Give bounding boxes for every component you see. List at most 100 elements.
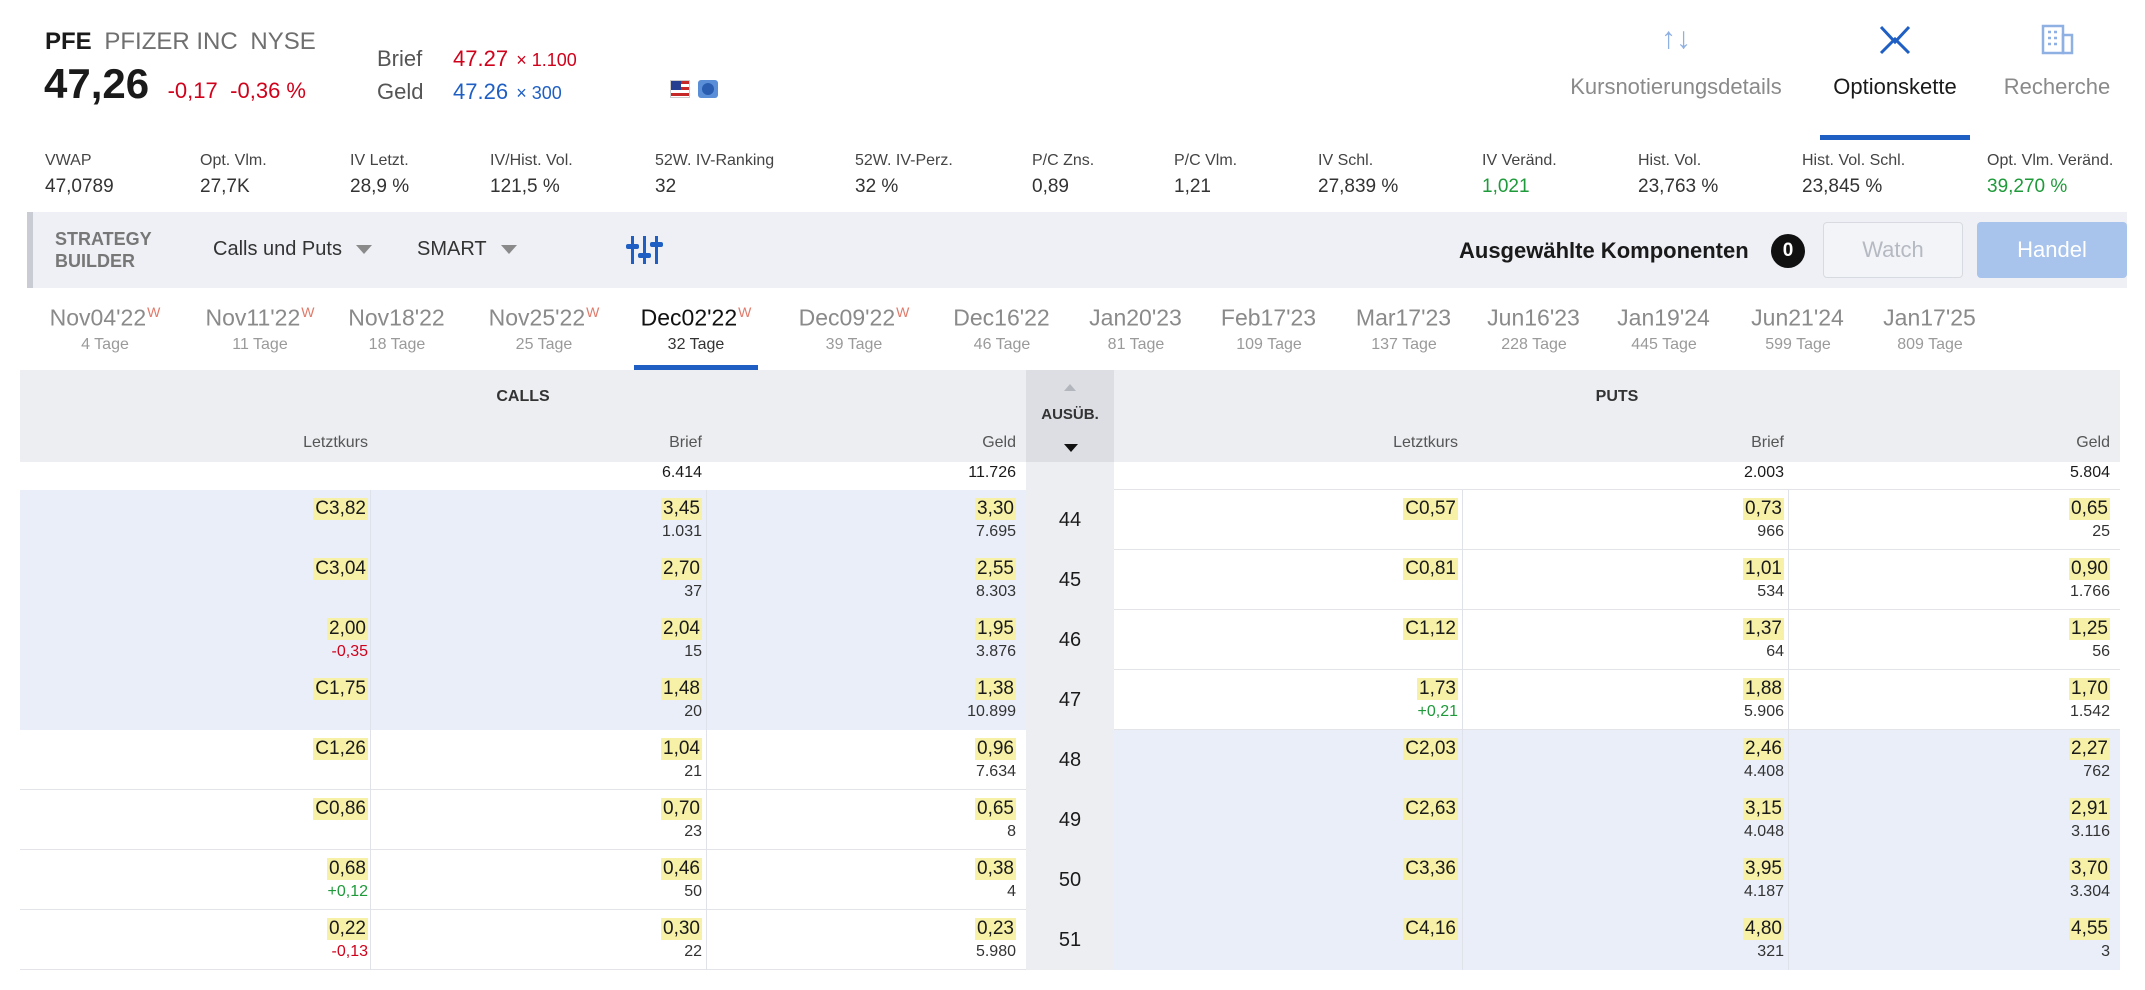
watch-button[interactable]: Watch [1823, 222, 1963, 278]
call-ask[interactable]: 2,04 15 [540, 618, 702, 661]
partial-put-ask-size: 2.003 [1743, 464, 1784, 481]
put-ask[interactable]: 3,95 4.187 [1640, 858, 1784, 901]
call-last[interactable]: C3,82 [220, 498, 368, 523]
expiry-days: 599 Tage [1765, 335, 1831, 353]
tab-optionskette[interactable]: Optionskette [1820, 0, 1970, 140]
call-last[interactable]: 0,22 -0,13 [220, 918, 368, 961]
put-last[interactable]: C0,81 [1300, 558, 1458, 583]
calls-col-ask[interactable]: Brief [540, 434, 702, 452]
puts-title: PUTS [1595, 388, 1639, 405]
put-last[interactable]: C4,16 [1300, 918, 1458, 943]
expiry-tab[interactable]: Jun16'23 228 Tage [1484, 292, 1584, 370]
put-last[interactable]: C2,03 [1300, 738, 1458, 763]
put-last[interactable]: 1,73 +0,21 [1300, 678, 1458, 721]
call-last-sub: -0,35 [331, 643, 368, 660]
put-ask[interactable]: 3,15 4.048 [1640, 798, 1784, 841]
put-ask[interactable]: 4,80 321 [1640, 918, 1784, 961]
tab-recherche[interactable]: Recherche [1996, 0, 2118, 140]
expiry-tab[interactable]: Dec09'22W 39 Tage [790, 292, 918, 370]
put-last[interactable]: C0,57 [1300, 498, 1458, 523]
call-ask[interactable]: 2,70 37 [540, 558, 702, 601]
tab-kursnotierungsdetails[interactable]: ↑↓ Kursnotierungsdetails [1556, 0, 1796, 140]
call-ask[interactable]: 1,04 21 [540, 738, 702, 781]
call-last[interactable]: C1,75 [220, 678, 368, 703]
call-bid[interactable]: 1,95 3.876 [870, 618, 1016, 661]
call-last[interactable]: C1,26 [220, 738, 368, 763]
market-globe-icon[interactable] [698, 80, 718, 98]
expiry-tab[interactable]: Nov25'22W 25 Tage [478, 292, 610, 370]
expiry-tab[interactable]: Nov04'22W 4 Tage [40, 292, 170, 370]
put-bid-price: 4,55 [2069, 918, 2110, 940]
expiry-tab[interactable]: Jan20'23 81 Tage [1086, 292, 1186, 370]
call-bid[interactable]: 1,38 10.899 [870, 678, 1016, 721]
ask-quote: Brief 47.27 × 1.100 [377, 46, 577, 72]
table-row: C1,75 1,48 20 1,38 10.899 47 1,73 +0,21 1,88 5.90… [20, 670, 2120, 730]
call-ask[interactable]: 3,45 1.031 [540, 498, 702, 541]
exchange-dropdown[interactable]: SMART [417, 238, 517, 261]
strike-header[interactable]: AUSÜB. [1026, 370, 1114, 462]
put-bid[interactable]: 4,55 3 [1960, 918, 2110, 961]
expiry-tab[interactable]: Dec02'22W 32 Tage [634, 292, 758, 370]
call-ask[interactable]: 1,48 20 [540, 678, 702, 721]
call-last[interactable]: C3,04 [220, 558, 368, 583]
put-bid-sub: 25 [2092, 523, 2110, 540]
call-ask-sub: 50 [684, 883, 702, 900]
put-bid[interactable]: 0,65 25 [1960, 498, 2110, 541]
strategy-builder-button[interactable]: STRATEGY BUILDER [55, 228, 152, 272]
stat-item: Opt. Vlm. Veränd. 39,270 % [1987, 152, 2113, 198]
bid-size: × 300 [516, 83, 562, 103]
put-last[interactable]: C3,36 [1300, 858, 1458, 883]
last-price: 47,26 [44, 60, 150, 107]
put-bid[interactable]: 1,70 1.542 [1960, 678, 2110, 721]
partial-strike-cell [1026, 462, 1114, 490]
call-bid[interactable]: 2,55 8.303 [870, 558, 1016, 601]
call-bid[interactable]: 0,65 8 [870, 798, 1016, 841]
expiry-tab[interactable]: Dec16'22 46 Tage [950, 292, 1054, 370]
call-bid[interactable]: 0,38 4 [870, 858, 1016, 901]
stat-label: 52W. IV-Perz. [855, 152, 953, 169]
puts-col-ask[interactable]: Brief [1640, 434, 1784, 452]
option-type-dropdown[interactable]: Calls und Puts [213, 238, 372, 261]
expiry-tab[interactable]: Nov18'22 18 Tage [344, 292, 450, 370]
trade-button[interactable]: Handel [1977, 222, 2127, 278]
stat-value: 32 % [855, 176, 899, 197]
sliders-icon[interactable] [626, 234, 663, 266]
call-last[interactable]: 0,68 +0,12 [220, 858, 368, 901]
call-bid[interactable]: 0,23 5.980 [870, 918, 1016, 961]
expiry-tab[interactable]: Feb17'23 109 Tage [1220, 292, 1318, 370]
calls-col-bid[interactable]: Geld [870, 434, 1016, 452]
call-ask[interactable]: 0,30 22 [540, 918, 702, 961]
put-bid[interactable]: 2,27 762 [1960, 738, 2110, 781]
put-bid[interactable]: 3,70 3.304 [1960, 858, 2110, 901]
puts-col-last[interactable]: Letztkurs [1300, 434, 1458, 452]
put-ask[interactable]: 0,73 966 [1640, 498, 1784, 541]
puts-col-bid[interactable]: Geld [1960, 434, 2110, 452]
put-ask[interactable]: 1,01 534 [1640, 558, 1784, 601]
expiry-tab[interactable]: Jun21'24 599 Tage [1748, 292, 1848, 370]
expiry-tab[interactable]: Jan19'24 445 Tage [1614, 292, 1714, 370]
put-ask[interactable]: 2,46 4.408 [1640, 738, 1784, 781]
put-last[interactable]: C2,63 [1300, 798, 1458, 823]
put-bid[interactable]: 0,90 1.766 [1960, 558, 2110, 601]
expiry-tab[interactable]: Jan17'25 809 Tage [1880, 292, 1980, 370]
put-ask[interactable]: 1,88 5.906 [1640, 678, 1784, 721]
calls-col-last[interactable]: Letztkurs [220, 434, 368, 452]
expiry-tab[interactable]: Nov11'22W 11 Tage [198, 292, 322, 370]
put-bid[interactable]: 2,91 3.116 [1960, 798, 2110, 841]
call-ask[interactable]: 0,70 23 [540, 798, 702, 841]
put-ask-sub: 4.048 [1743, 823, 1784, 840]
table-row: C3,82 3,45 1.031 3,30 7.695 44 C0,57 0,73 966 0,6… [20, 490, 2120, 550]
call-bid[interactable]: 3,30 7.695 [870, 498, 1016, 541]
call-bid-sub: 5.980 [975, 943, 1016, 960]
call-ask[interactable]: 0,46 50 [540, 858, 702, 901]
expiry-date: Nov18'22 [348, 304, 445, 331]
expiry-tab[interactable]: Mar17'23 137 Tage [1354, 292, 1454, 370]
ticker-symbol[interactable]: PFE [45, 28, 92, 55]
call-last[interactable]: C0,86 [220, 798, 368, 823]
put-ask[interactable]: 1,37 64 [1640, 618, 1784, 661]
put-bid[interactable]: 1,25 56 [1960, 618, 2110, 661]
put-last[interactable]: C1,12 [1300, 618, 1458, 643]
expiry-date: Nov04'22W [49, 304, 161, 331]
call-bid[interactable]: 0,96 7.634 [870, 738, 1016, 781]
call-last[interactable]: 2,00 -0,35 [220, 618, 368, 661]
